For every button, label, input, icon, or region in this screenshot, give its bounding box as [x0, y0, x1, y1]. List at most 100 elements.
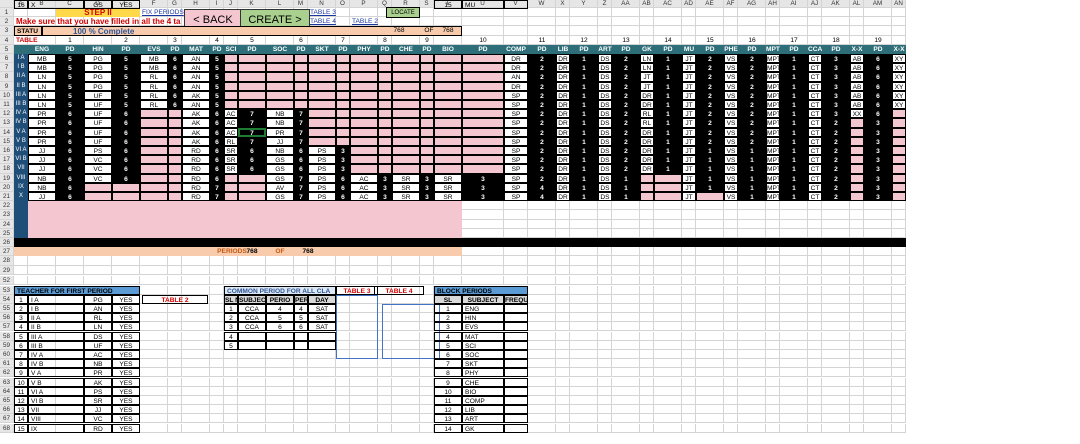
grid-cell[interactable] [738, 340, 766, 350]
teacher-cell[interactable]: MPT [766, 127, 780, 137]
teacher-cell[interactable] [392, 164, 420, 174]
grid-cell[interactable] [892, 26, 906, 36]
column-header[interactable]: L [266, 0, 294, 8]
period-count-cell[interactable]: 7 [238, 109, 266, 119]
teacher-cell[interactable]: DR [640, 155, 654, 165]
period-count-cell[interactable]: 5 [112, 90, 140, 100]
grid-cell[interactable] [210, 359, 224, 369]
grid-cell[interactable] [654, 313, 682, 323]
grid-cell[interactable] [808, 256, 822, 266]
period-count-cell[interactable]: 1 [570, 155, 598, 165]
period-count-cell[interactable]: 2 [738, 100, 766, 110]
teacher-cell[interactable] [140, 136, 168, 146]
grid-cell[interactable] [238, 368, 266, 378]
row-header[interactable]: 60 [0, 349, 14, 360]
teacher-cell[interactable] [850, 182, 864, 192]
grid-cell[interactable] [336, 405, 350, 415]
teacher-cell[interactable]: DR [556, 136, 570, 146]
grid-cell[interactable] [738, 405, 766, 415]
grid-cell[interactable] [612, 219, 640, 229]
teacher-cell[interactable]: XY [892, 100, 906, 110]
teacher-cell[interactable] [892, 146, 906, 156]
teacher-cell[interactable]: XY [892, 63, 906, 73]
period-count-cell[interactable]: 1 [654, 72, 682, 82]
grid-cell[interactable] [598, 359, 612, 369]
column-header[interactable]: AJ [808, 0, 822, 8]
teacher-cell[interactable]: AB [850, 54, 864, 64]
teacher-cell[interactable]: SR [392, 173, 420, 183]
teacher-row-teacher[interactable]: SR [84, 395, 112, 406]
grid-cell[interactable] [378, 359, 392, 369]
grid-cell[interactable] [528, 377, 556, 387]
teacher-cell[interactable]: DR [640, 136, 654, 146]
teacher-cell[interactable]: UF [84, 136, 112, 146]
teacher-cell[interactable]: UF [84, 127, 112, 137]
grid-cell[interactable] [808, 265, 822, 275]
grid-cell[interactable] [724, 349, 738, 360]
grid-cell[interactable] [168, 256, 182, 266]
period-count-cell[interactable]: 1 [738, 192, 766, 202]
period-count-cell[interactable]: 6 [238, 146, 266, 156]
teacher-cell[interactable]: DS [598, 182, 612, 192]
period-count-cell[interactable] [378, 127, 392, 137]
teacher-cell[interactable]: PR [28, 109, 56, 119]
teacher-cell[interactable]: MPT [766, 146, 780, 156]
teacher-cell[interactable]: XY [892, 54, 906, 64]
grid-cell[interactable] [336, 395, 350, 406]
grid-cell[interactable] [696, 349, 724, 360]
grid-cell[interactable] [724, 210, 738, 220]
grid-cell[interactable] [766, 368, 780, 378]
teacher-cell[interactable] [434, 164, 462, 174]
grid-cell[interactable] [850, 8, 864, 18]
teacher-cell[interactable]: MPT [766, 100, 780, 110]
teacher-cell[interactable]: DR [556, 100, 570, 110]
period-count-cell[interactable] [238, 54, 266, 64]
grid-cell[interactable] [462, 17, 504, 27]
teacher-cell[interactable]: PG [84, 54, 112, 64]
grid-cell[interactable] [654, 26, 682, 36]
period-count-cell[interactable] [336, 90, 350, 100]
period-count-cell[interactable]: 2 [822, 118, 850, 128]
period-count-cell[interactable] [420, 127, 434, 137]
teacher-cell[interactable]: UF [84, 118, 112, 128]
grid-cell[interactable] [654, 265, 682, 275]
grid-cell[interactable] [294, 423, 308, 433]
period-count-cell[interactable]: 2 [612, 81, 640, 91]
grid-cell[interactable] [864, 285, 892, 295]
teacher-cell[interactable] [392, 90, 420, 100]
grid-cell[interactable] [640, 322, 654, 332]
period-count-cell[interactable]: 1 [570, 164, 598, 174]
grid-cell[interactable] [598, 322, 612, 332]
grid-cell[interactable] [612, 17, 640, 27]
grid-cell[interactable] [654, 386, 682, 396]
grid-cell[interactable] [808, 17, 822, 27]
teacher-cell[interactable]: VS [724, 90, 738, 100]
grid-cell[interactable] [864, 423, 892, 433]
grid-cell[interactable] [808, 219, 822, 229]
grid-cell[interactable] [696, 26, 724, 36]
period-count-cell[interactable]: 6 [864, 72, 892, 82]
grid-cell[interactable] [598, 313, 612, 323]
grid-cell[interactable] [570, 210, 598, 220]
period-count-cell[interactable]: 6 [864, 81, 892, 91]
grid-cell[interactable] [724, 285, 738, 295]
period-count-cell[interactable] [294, 81, 308, 91]
grid-cell[interactable] [392, 359, 420, 369]
grid-cell[interactable] [556, 313, 570, 323]
teacher-cell[interactable]: DS [598, 54, 612, 64]
grid-cell[interactable] [850, 210, 864, 220]
grid-cell[interactable] [892, 395, 906, 406]
grid-cell[interactable] [392, 405, 420, 415]
teacher-cell[interactable]: DS [598, 127, 612, 137]
grid-cell[interactable] [528, 247, 556, 257]
grid-cell[interactable] [696, 313, 724, 323]
teacher-cell[interactable]: CT [808, 155, 822, 165]
period-count-cell[interactable] [238, 90, 266, 100]
grid-cell[interactable] [350, 368, 378, 378]
period-count-cell[interactable]: 6 [168, 72, 182, 82]
teacher-cell[interactable]: JJ [28, 164, 56, 174]
grid-cell[interactable] [294, 359, 308, 369]
grid-cell[interactable] [864, 265, 892, 275]
grid-cell[interactable] [738, 303, 766, 314]
grid-cell[interactable] [808, 294, 822, 304]
